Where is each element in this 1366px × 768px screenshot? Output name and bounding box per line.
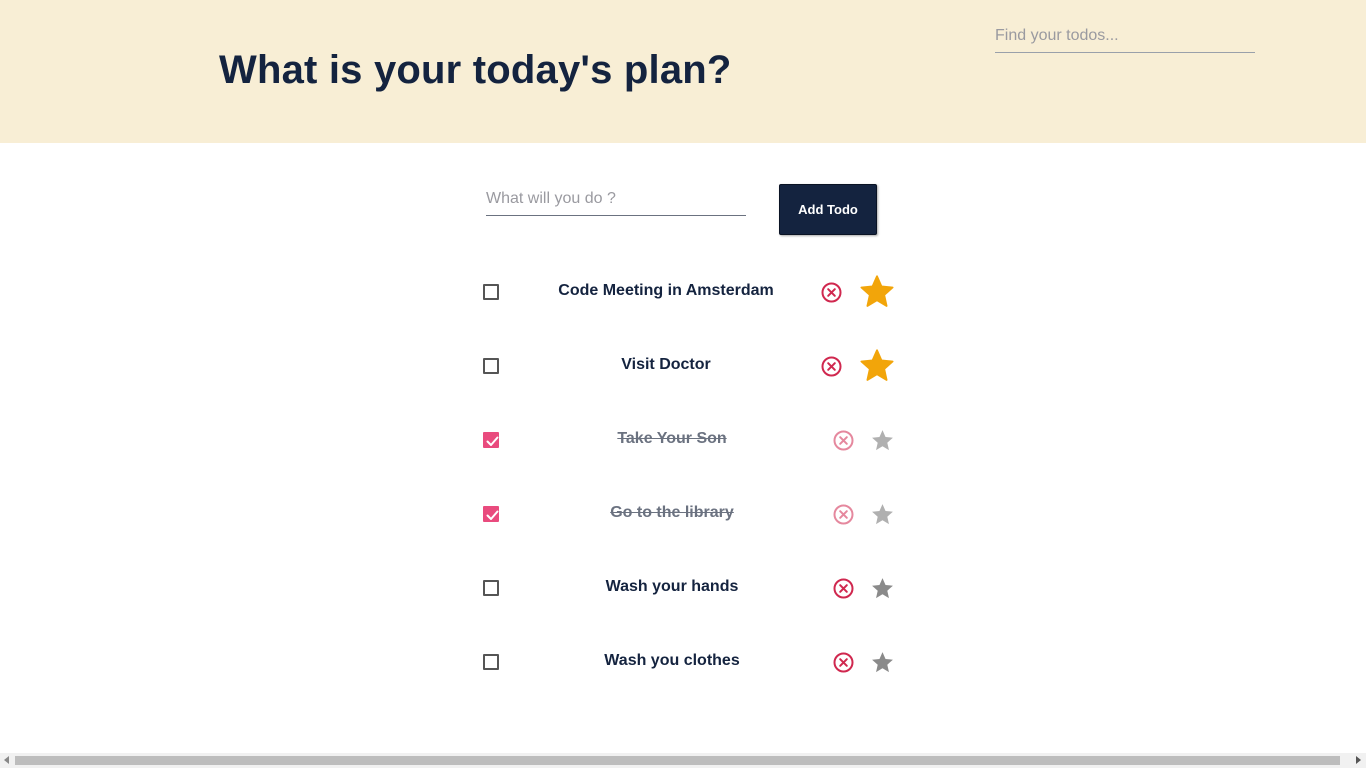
close-circle-icon[interactable] [821,282,842,303]
star-icon[interactable] [859,348,895,389]
todo-checkbox[interactable] [483,506,499,522]
page-title: What is your today's plan? [219,48,732,92]
todo-checkbox[interactable] [483,654,499,670]
todo-input[interactable] [486,184,746,214]
scroll-right-icon[interactable] [1356,756,1361,764]
checkmark-icon [486,436,499,446]
todo-app: What is your today's plan? Add Todo Code… [0,0,1366,768]
todo-checkbox[interactable] [483,284,499,300]
todo-text: Visit Doctor [621,356,711,373]
todo-text: Wash your hands [605,578,739,595]
header: What is your today's plan? [0,0,1366,143]
star-icon[interactable] [870,502,895,532]
close-circle-icon[interactable] [833,430,854,451]
horizontal-scrollbar[interactable] [0,753,1366,768]
close-circle-icon[interactable] [833,504,854,525]
star-icon[interactable] [870,576,895,606]
todo-text: Wash you clothes [604,652,740,669]
todo-checkbox[interactable] [483,580,499,596]
todo-item: Take Your Son [480,420,910,460]
checkmark-icon [486,510,499,520]
add-todo-form: Add Todo [486,184,886,236]
todo-checkbox[interactable] [483,432,499,448]
todo-text: Code Meeting in Amsterdam [558,282,774,299]
close-circle-icon[interactable] [833,652,854,673]
todo-item: Visit Doctor [480,346,910,386]
close-circle-icon[interactable] [833,578,854,599]
scroll-left-icon[interactable] [4,756,9,764]
scrollbar-thumb[interactable] [15,756,1340,765]
todo-text: Take Your Son [617,430,727,447]
search-input[interactable] [995,22,1255,50]
add-todo-button[interactable]: Add Todo [779,184,877,235]
close-circle-icon[interactable] [821,356,842,377]
todo-checkbox[interactable] [483,358,499,374]
star-icon[interactable] [870,428,895,458]
todo-item: Code Meeting in Amsterdam [480,272,910,312]
star-icon[interactable] [859,274,895,315]
todo-item: Go to the library [480,494,910,534]
search-field [995,22,1255,53]
todo-item: Wash you clothes [480,642,910,682]
star-icon[interactable] [870,650,895,680]
todo-input-field [486,184,746,216]
todo-text: Go to the library [610,504,734,521]
todo-item: Wash your hands [480,568,910,608]
